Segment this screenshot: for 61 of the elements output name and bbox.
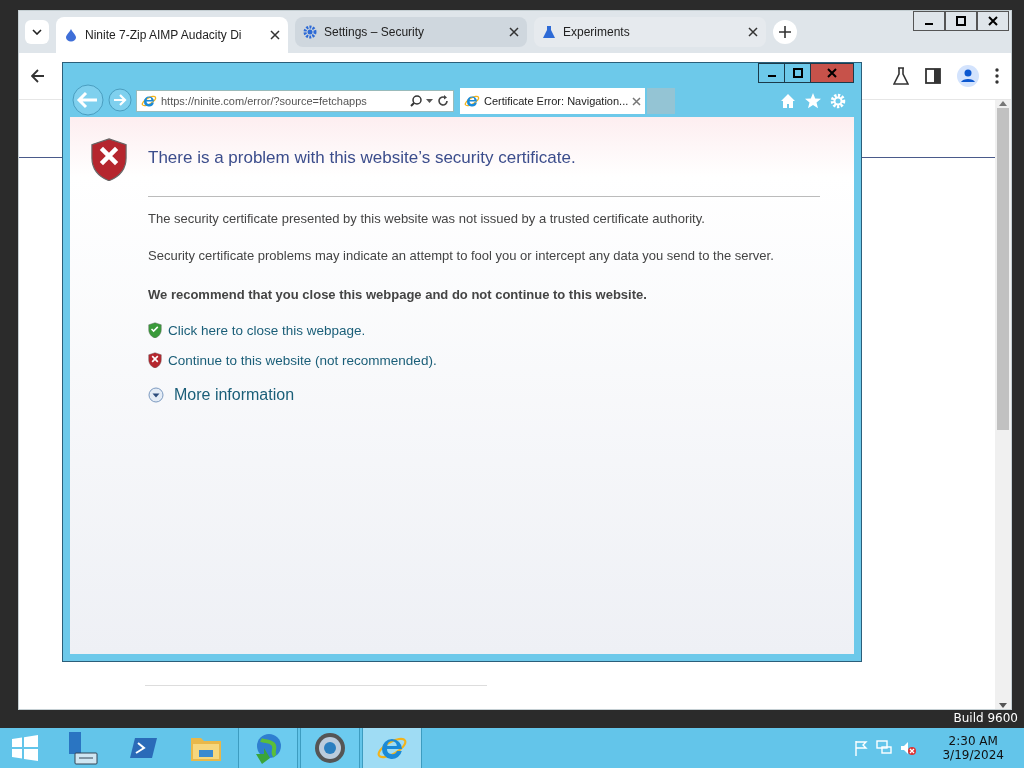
close-icon[interactable]	[270, 30, 280, 40]
drop-icon	[64, 28, 78, 42]
tab-search-button[interactable]	[25, 20, 49, 44]
address-bar[interactable]: https://ninite.com/error/?source=fetchapps	[136, 90, 454, 112]
close-icon[interactable]	[509, 27, 519, 37]
expand-icon[interactable]	[148, 387, 164, 404]
recommendation-text: We recommend that you close this webpage and do not continue to this website.	[148, 286, 648, 304]
back-icon[interactable]	[31, 69, 45, 83]
clock[interactable]: 2:30 AM 3/19/2024	[942, 734, 1004, 762]
close-icon[interactable]	[748, 27, 758, 37]
site-icon	[464, 93, 480, 109]
windows-logo-icon	[12, 735, 38, 761]
maximize-icon	[792, 68, 803, 78]
warning-shield-icon	[148, 352, 162, 369]
new-tab-button[interactable]	[773, 20, 797, 44]
error-paragraph: Security certificate problems may indicate an attempt to fool you or intercept any data you send to the server.	[148, 247, 775, 265]
maximize-button[interactable]	[784, 63, 811, 83]
star-icon[interactable]	[804, 93, 822, 109]
close-page-link[interactable]: Click here to close this webpage.	[168, 322, 366, 338]
flask-icon[interactable]	[893, 67, 909, 85]
minimize-icon	[766, 75, 777, 77]
back-button[interactable]	[70, 83, 106, 119]
browser-tab[interactable]: Experiments	[534, 17, 766, 47]
search-icon[interactable]	[410, 95, 422, 107]
profile-icon[interactable]	[957, 65, 979, 87]
gear-icon	[303, 25, 317, 39]
taskbar-app[interactable]	[300, 728, 360, 768]
safe-shield-icon	[148, 322, 162, 339]
maximize-icon	[956, 16, 966, 26]
close-icon	[988, 16, 998, 26]
powershell-icon	[130, 737, 158, 759]
muted-speaker-icon[interactable]	[900, 740, 917, 756]
more-information-link[interactable]: More information	[174, 386, 295, 405]
continue-link[interactable]: Continue to this website (not recommended).	[168, 352, 437, 368]
scrollbar[interactable]	[995, 100, 1011, 709]
minimize-button[interactable]	[913, 11, 945, 31]
plus-icon	[779, 26, 791, 38]
browser-tab[interactable]: Certificate Error: Navigation...	[460, 88, 646, 114]
error-heading: There is a problem with this website’s security certificate.	[148, 148, 577, 168]
caret-icon	[32, 29, 42, 35]
flask-icon	[542, 25, 556, 39]
scroll-down-icon[interactable]	[999, 703, 1007, 709]
caret-icon[interactable]	[426, 99, 433, 103]
close-button[interactable]	[977, 11, 1009, 31]
menu-icon[interactable]	[995, 68, 999, 84]
close-icon	[827, 68, 837, 78]
browser-orb-icon	[314, 732, 346, 764]
browser-tab[interactable]: Settings – Security	[295, 17, 527, 47]
error-shield-icon	[90, 137, 128, 181]
site-icon	[141, 93, 157, 109]
error-paragraph: The security certificate presented by this website was not issued by a trusted certificate authority.	[148, 210, 706, 228]
minimize-icon	[924, 23, 934, 25]
forward-button[interactable]	[108, 87, 132, 115]
taskbar-app[interactable]	[362, 728, 422, 768]
maximize-button[interactable]	[945, 11, 977, 31]
refresh-icon[interactable]	[437, 95, 449, 107]
build-label: Build 9600	[953, 711, 1018, 726]
browser-tab[interactable]: Ninite 7-Zip AIMP Audacity Di	[56, 17, 288, 53]
minimize-button[interactable]	[758, 63, 785, 83]
side-panel-icon[interactable]	[925, 68, 941, 84]
scroll-up-icon[interactable]	[999, 100, 1007, 106]
